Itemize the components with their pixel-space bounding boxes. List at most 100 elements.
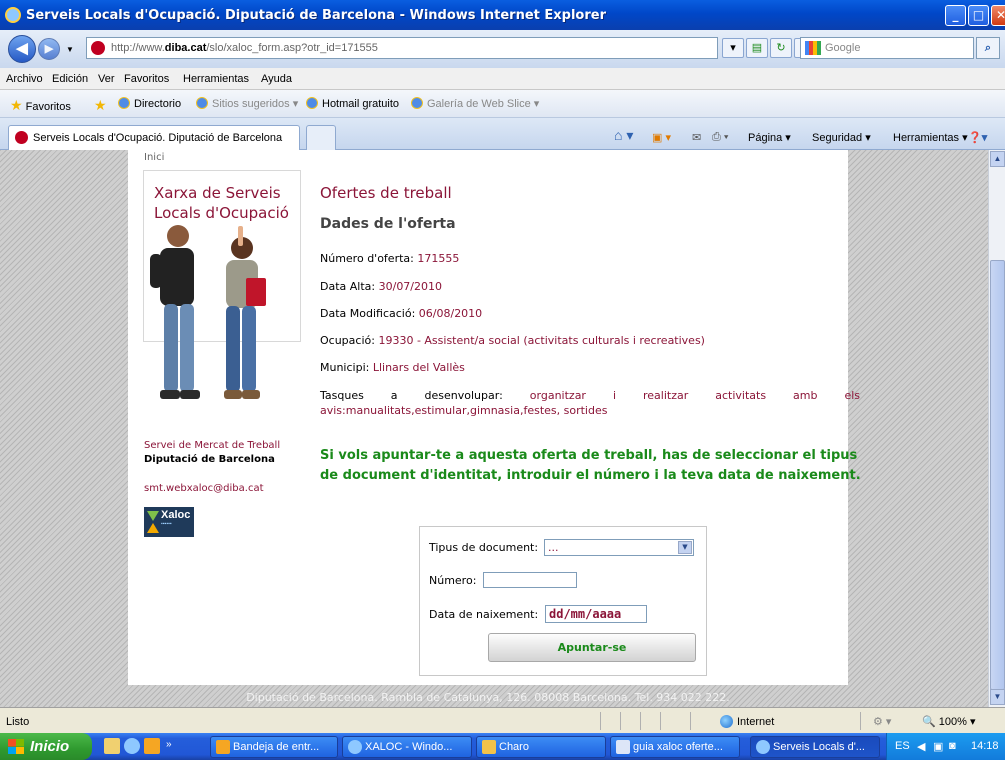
apply-form: Tipus de document: ... ▼ Número: Data de… bbox=[419, 526, 707, 676]
security-zone[interactable]: Internet bbox=[720, 715, 774, 728]
word-document-icon bbox=[616, 740, 630, 754]
offer-ocupacio-row: Ocupació: 19330 - Assistent/a social (ac… bbox=[320, 334, 705, 347]
new-tab-button[interactable] bbox=[306, 125, 336, 150]
contact-email-link[interactable]: smt.webxaloc@diba.cat bbox=[144, 483, 280, 494]
address-dropdown-icon[interactable]: ▾ bbox=[722, 38, 744, 58]
forward-button[interactable]: ▶ bbox=[38, 38, 60, 60]
clock[interactable]: 14:18 bbox=[971, 740, 999, 752]
seguridad-menu[interactable]: Seguridad ▾ bbox=[812, 131, 871, 144]
quicklaunch-more-icon[interactable]: » bbox=[166, 739, 172, 750]
xaloc-logo-sub: ▪▪▪▪▪▪ bbox=[161, 521, 172, 527]
menu-archivo[interactable]: Archivo bbox=[6, 73, 43, 85]
status-bar: Listo Internet ⚙ ▾ 🔍 100% ▾ bbox=[0, 707, 1005, 733]
language-indicator[interactable]: ES bbox=[895, 740, 910, 752]
url-text[interactable]: http://www.diba.cat/slo/xaloc_form.asp?o… bbox=[111, 42, 378, 54]
taskbar-item-charo[interactable]: Charo bbox=[476, 736, 606, 758]
tray-arrow-icon[interactable]: ◀ bbox=[917, 740, 925, 753]
favorites-star-icon: ★ bbox=[10, 97, 23, 113]
ie-page-icon bbox=[306, 97, 318, 109]
taskbar-item-outlook[interactable]: Bandeja de entr... bbox=[210, 736, 338, 758]
fav-directorio[interactable]: Directorio bbox=[118, 97, 181, 110]
start-button[interactable]: Inicio bbox=[0, 733, 92, 760]
left-info: Servei de Mercat de Treball Diputació de… bbox=[144, 440, 280, 494]
ie-page-icon bbox=[196, 97, 208, 109]
number-label: Número: bbox=[429, 574, 477, 587]
offer-number-value: 171555 bbox=[417, 252, 460, 265]
xaloc-logo[interactable]: Xaloc ▪▪▪▪▪▪ bbox=[144, 507, 194, 537]
compatibility-icon[interactable]: ▤ bbox=[746, 38, 768, 58]
help-icon[interactable]: ❓▾ bbox=[968, 131, 987, 144]
search-icon[interactable]: ⌕ bbox=[976, 37, 1000, 59]
scroll-up-icon[interactable]: ▲ bbox=[990, 151, 1005, 167]
history-dropdown-icon[interactable]: ▼ bbox=[66, 45, 74, 54]
feeds-icon[interactable]: ▣ ▾ bbox=[652, 131, 671, 144]
antivirus-icon[interactable]: ◙ bbox=[949, 740, 956, 752]
herramientas-menu[interactable]: Herramientas ▾ bbox=[893, 131, 968, 144]
fav-hotmail[interactable]: Hotmail gratuito bbox=[306, 97, 399, 110]
menu-ver[interactable]: Ver bbox=[98, 73, 115, 85]
refresh-icon[interactable]: ↻ bbox=[770, 38, 792, 58]
globe-icon bbox=[720, 715, 733, 728]
protected-mode-icon[interactable]: ⚙ ▾ bbox=[873, 715, 891, 728]
favorites-button[interactable]: ★ Favoritos bbox=[10, 97, 71, 114]
taskbar-item-word[interactable]: guia xaloc oferte... bbox=[610, 736, 740, 758]
offer-subtitle: Dades de l'oferta bbox=[320, 216, 456, 232]
scroll-down-icon[interactable]: ▼ bbox=[990, 689, 1005, 705]
show-desktop-icon[interactable] bbox=[104, 738, 120, 754]
search-placeholder: Google bbox=[825, 42, 861, 54]
menu-ayuda[interactable]: Ayuda bbox=[261, 73, 292, 85]
vertical-scrollbar[interactable]: ▲ ▼ bbox=[988, 150, 1005, 707]
page-footer: Diputació de Barcelona. Rambla de Catalu… bbox=[246, 691, 730, 704]
menu-herramientas[interactable]: Herramientas bbox=[183, 73, 249, 85]
taskbar-item-serveis[interactable]: Serveis Locals d'... bbox=[750, 736, 880, 758]
print-icon[interactable]: ⎙ ▾ bbox=[712, 131, 728, 144]
fav-web-slice[interactable]: Galería de Web Slice ▾ bbox=[411, 97, 539, 110]
page-viewport: Inici Xarxa de Serveis Locals d'Ocupació… bbox=[0, 150, 988, 707]
search-input[interactable]: Google bbox=[800, 37, 974, 59]
status-divider bbox=[860, 712, 861, 730]
ie-page-icon bbox=[118, 97, 130, 109]
status-divider bbox=[620, 712, 621, 730]
apply-instructions: Si vols apuntar-te a aquesta oferta de t… bbox=[320, 448, 861, 483]
birthdate-label: Data de naixement: bbox=[429, 608, 539, 621]
maximize-button[interactable]: □ bbox=[968, 5, 989, 26]
close-button[interactable]: ✕ bbox=[991, 5, 1005, 26]
taskbar-item-xaloc[interactable]: XALOC - Windo... bbox=[342, 736, 472, 758]
menu-favoritos[interactable]: Favoritos bbox=[124, 73, 169, 85]
window-title: Serveis Locals d'Ocupació. Diputació de … bbox=[26, 8, 606, 23]
mail-icon[interactable]: ✉ bbox=[692, 131, 701, 144]
status-divider bbox=[690, 712, 691, 730]
offer-municipi-row: Municipi: Llinars del Vallès bbox=[320, 361, 465, 374]
taskbar: Inicio » Bandeja de entr... XALOC - Wind… bbox=[0, 733, 1005, 760]
window-titlebar: Serveis Locals d'Ocupació. Diputació de … bbox=[0, 0, 1005, 30]
system-tray: ES ◀ ▣ ◙ 14:18 bbox=[886, 733, 1005, 760]
xaloc-arrow-icon bbox=[147, 511, 159, 533]
birthdate-input[interactable]: dd/mm/aaaa bbox=[545, 605, 647, 623]
fav-sitios-sugeridos[interactable]: Sitios sugeridos ▾ bbox=[196, 97, 298, 110]
document-number-input[interactable] bbox=[483, 572, 577, 588]
menu-edicion[interactable]: Edición bbox=[52, 73, 88, 85]
doc-type-select[interactable]: ... ▼ bbox=[544, 539, 694, 556]
back-button[interactable]: ◀ bbox=[8, 35, 36, 63]
apply-button[interactable]: Apuntar-se bbox=[488, 633, 696, 662]
chevron-down-icon[interactable]: ▼ bbox=[678, 541, 692, 554]
tab-active[interactable]: Serveis Locals d'Ocupació. Diputació de … bbox=[8, 125, 300, 150]
tab-label: Serveis Locals d'Ocupació. Diputació de … bbox=[33, 132, 283, 144]
home-icon[interactable]: ⌂ ▾ bbox=[614, 127, 633, 144]
pagina-menu[interactable]: Página ▾ bbox=[748, 131, 791, 144]
zoom-level[interactable]: 🔍 100% ▾ bbox=[922, 715, 975, 728]
offer-number-row: Número d'oferta: 171555 bbox=[320, 252, 460, 265]
xaloc-logo-text: Xaloc bbox=[161, 509, 191, 521]
favorites-bar: ★ Favoritos ★ Directorio Sitios sugerido… bbox=[0, 90, 1005, 118]
organization-name: Diputació de Barcelona bbox=[144, 454, 275, 465]
minimize-button[interactable]: _ bbox=[945, 5, 966, 26]
status-divider bbox=[660, 712, 661, 730]
outlook-quicklaunch-icon[interactable] bbox=[144, 738, 160, 754]
breadcrumb[interactable]: Inici bbox=[144, 152, 164, 163]
address-bar[interactable]: http://www.diba.cat/slo/xaloc_form.asp?o… bbox=[86, 37, 718, 59]
add-favorite-icon[interactable]: ★ bbox=[94, 97, 107, 114]
site-favicon-icon bbox=[15, 131, 28, 144]
network-icon[interactable]: ▣ bbox=[933, 740, 943, 753]
ie-quicklaunch-icon[interactable] bbox=[124, 738, 140, 754]
scroll-thumb[interactable] bbox=[990, 260, 1005, 690]
